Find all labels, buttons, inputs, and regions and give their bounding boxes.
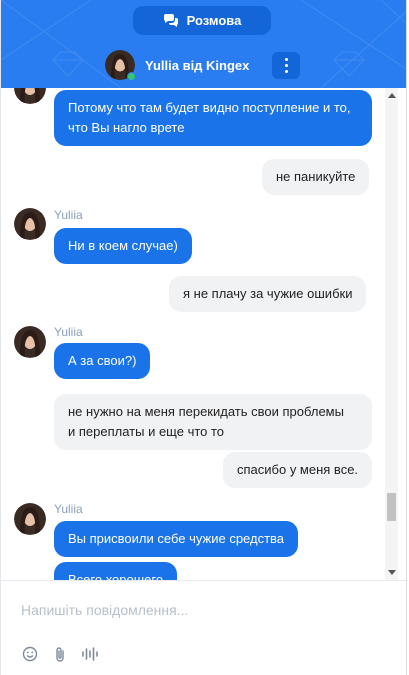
message-scrollbar[interactable]	[385, 88, 398, 580]
message-sender: Yuliia	[54, 325, 83, 339]
message-bubble-agent: Вы присвоили себе чужие средства	[54, 521, 299, 557]
kebab-dot	[284, 70, 288, 73]
message-bubble-agent: Потому что там будет видно поступление и…	[54, 90, 372, 146]
agent-avatar	[105, 50, 136, 81]
message-text: я не плачу за чужие ошибки	[183, 286, 353, 301]
message-bubble-user: не паникуйте	[262, 159, 370, 195]
kebab-dot	[284, 58, 288, 61]
message-input[interactable]	[21, 599, 381, 621]
message-text-line: и переплаты и еще что то	[68, 424, 225, 439]
message-text-line: что Вы нагло врете	[68, 120, 185, 135]
message-text: А за свои?)	[68, 353, 137, 368]
emoji-icon[interactable]	[21, 645, 39, 663]
agent-info: Yullia від Kingex	[105, 50, 250, 81]
message-bubble-agent: Всего хорошего	[54, 562, 178, 580]
tab-conversation-label: Розмова	[186, 13, 242, 28]
message-bubble-agent: А за свои?)	[54, 343, 151, 379]
message-bubble-user: не нужно на меня перекидать свои проблем…	[54, 394, 372, 450]
message-text-line: не нужно на меня перекидать свои проблем…	[68, 404, 344, 419]
message-sender: Yuliia	[54, 208, 83, 222]
message-sender: Yuliia	[54, 502, 83, 516]
message-text: Всего хорошего	[68, 572, 164, 580]
message-text: не паникуйте	[276, 169, 356, 184]
message-bubble-user: спасибо у меня все.	[223, 452, 373, 488]
message-text: Ни в коем случае)	[68, 238, 178, 253]
message-bubble-agent: Ни в коем случае)	[54, 228, 192, 264]
attachment-icon[interactable]	[51, 645, 69, 663]
message-text: Вы присвоили себе чужие средства	[68, 531, 285, 546]
message-avatar	[14, 326, 46, 358]
agent-name: Yullia від Kingex	[145, 57, 250, 73]
kebab-dot	[284, 64, 288, 67]
message-bubble-user: я не плачу за чужие ошибки	[169, 276, 367, 312]
online-status-dot	[127, 72, 136, 81]
more-options-button[interactable]	[272, 52, 300, 79]
composer-tools	[21, 645, 99, 663]
message-avatar	[14, 208, 46, 240]
scroll-down-arrow-icon[interactable]	[388, 570, 396, 575]
message-list[interactable]: Потому что там будет видно поступление и…	[1, 88, 397, 580]
message-composer	[1, 580, 406, 675]
chat-bubbles-icon	[163, 13, 178, 27]
message-avatar	[14, 503, 46, 535]
message-text: спасибо у меня все.	[237, 462, 359, 477]
scrollbar-thumb[interactable]	[387, 493, 396, 521]
chat-header: Розмова Yullia від Kingex	[1, 0, 406, 88]
message-text-line: Потому что там будет видно поступление и…	[68, 100, 351, 115]
scroll-up-arrow-icon[interactable]	[388, 93, 396, 98]
tab-conversation[interactable]: Розмова	[133, 6, 271, 35]
chat-widget: Розмова Yullia від Kingex Потому что там…	[0, 0, 407, 675]
voice-icon[interactable]	[81, 645, 99, 663]
message-avatar	[14, 88, 46, 104]
